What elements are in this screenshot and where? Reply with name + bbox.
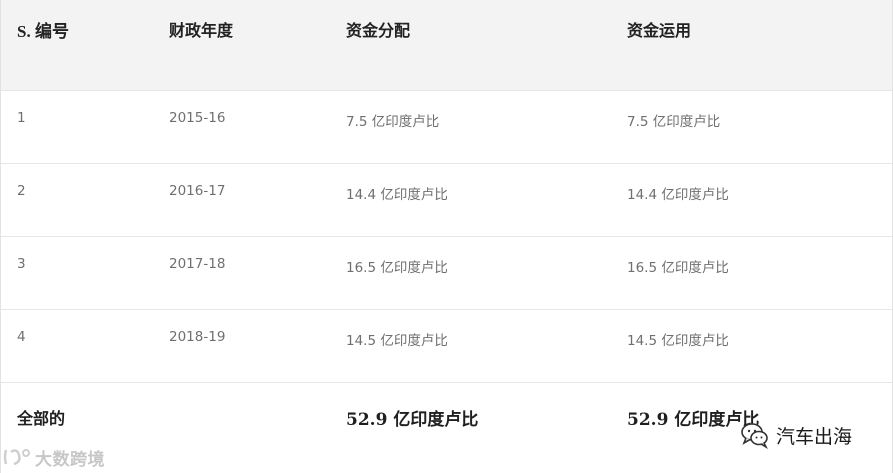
cell-fund-allocation: 14.4 亿印度卢比	[346, 187, 448, 203]
cell-fund-utilization: 7.5 亿印度卢比	[627, 114, 721, 130]
cell-fiscal-year: 2015-16	[169, 110, 226, 126]
cell-fund-utilization: 14.5 亿印度卢比	[627, 333, 729, 349]
header-fund-allocation: 资金分配	[346, 21, 411, 40]
watermark-right-text: 汽车出海	[776, 425, 853, 448]
header-fiscal-year: 财政年度	[169, 21, 234, 40]
cell-serial-number: 3	[17, 256, 26, 272]
cell-fiscal-year: 2018-19	[169, 329, 226, 345]
cell-serial-number: 4	[17, 329, 26, 345]
cell-serial-number: 1	[17, 110, 26, 126]
funding-table: S. 编号 财政年度 资金分配 资金运用 1 2015-16 7.5 亿印度卢比…	[0, 0, 893, 473]
watermark-left: 大数跨境	[2, 445, 105, 470]
table-header-row: S. 编号 财政年度 资金分配 资金运用	[1, 0, 892, 91]
cell-serial-number: 2	[17, 183, 26, 199]
brand-logo-icon	[3, 449, 30, 466]
table-row: 1 2015-16 7.5 亿印度卢比 7.5 亿印度卢比	[1, 91, 892, 164]
wechat-icon	[741, 423, 768, 449]
table-row: 3 2017-18 16.5 亿印度卢比 16.5 亿印度卢比	[1, 237, 892, 310]
cell-fiscal-year: 2016-17	[169, 183, 226, 199]
total-fund-allocation: 52.9 亿印度卢比	[346, 410, 479, 430]
header-serial-number: S. 编号	[17, 22, 69, 41]
cell-fund-allocation: 14.5 亿印度卢比	[346, 333, 448, 349]
table-row: 4 2018-19 14.5 亿印度卢比 14.5 亿印度卢比	[1, 310, 892, 383]
total-label: 全部的	[17, 409, 66, 428]
watermark-left-text: 大数跨境	[35, 449, 105, 470]
cell-fund-allocation: 7.5 亿印度卢比	[346, 114, 440, 130]
header-fund-utilization: 资金运用	[627, 21, 692, 40]
table-row: 2 2016-17 14.4 亿印度卢比 14.4 亿印度卢比	[1, 164, 892, 237]
cell-fund-utilization: 14.4 亿印度卢比	[627, 187, 729, 203]
watermark-right: 汽车出海	[740, 420, 852, 450]
cell-fund-allocation: 16.5 亿印度卢比	[346, 260, 448, 276]
cell-fiscal-year: 2017-18	[169, 256, 226, 272]
cell-fund-utilization: 16.5 亿印度卢比	[627, 260, 729, 276]
